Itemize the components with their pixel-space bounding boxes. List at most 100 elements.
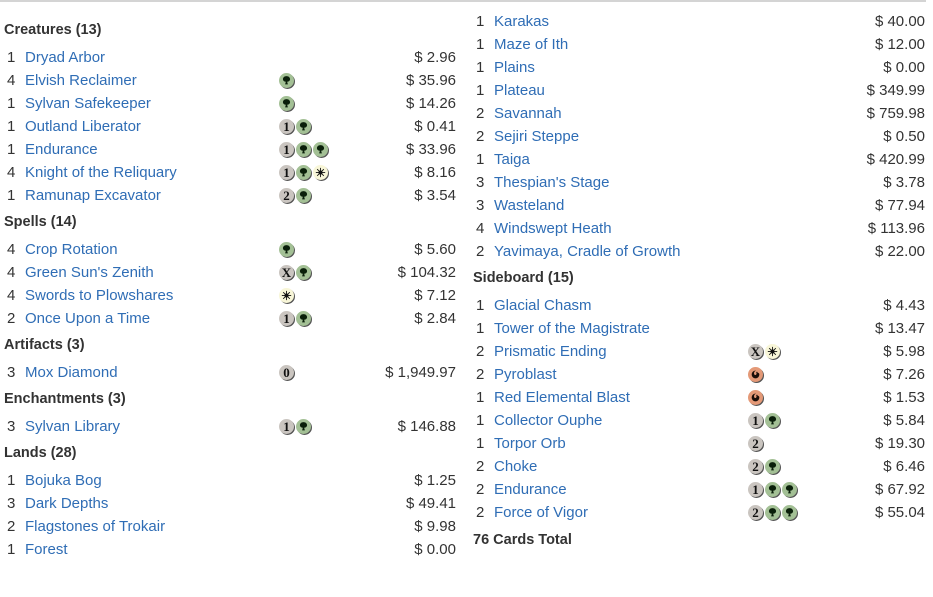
card-quantity: 1 bbox=[7, 141, 16, 158]
card-row: 1 Red Elemental Blast $ 1.53 bbox=[473, 386, 925, 409]
card-price: $ 19.30 bbox=[874, 435, 925, 452]
card-name-link[interactable]: Karakas bbox=[494, 10, 549, 33]
card-list: 3 Mox Diamond 0 $ 1,949.97 bbox=[4, 361, 456, 384]
mana-cost: 2 bbox=[748, 459, 780, 475]
card-name-link[interactable]: Ramunap Excavator bbox=[25, 184, 161, 207]
card-name-link[interactable]: Elvish Reclaimer bbox=[25, 69, 137, 92]
card-price: $ 77.94 bbox=[874, 197, 925, 214]
card-name-link[interactable]: Glacial Chasm bbox=[494, 294, 592, 317]
card-name-link[interactable]: Sylvan Safekeeper bbox=[25, 92, 151, 115]
card-quantity: 3 bbox=[476, 197, 485, 214]
card-quantity: 1 bbox=[476, 82, 485, 99]
card-quantity: 1 bbox=[476, 151, 485, 168]
card-list: 3 Sylvan Library 1 $ 146.88 bbox=[4, 415, 456, 438]
mana-cost bbox=[279, 242, 294, 258]
card-row: 3 Sylvan Library 1 $ 146.88 bbox=[4, 415, 456, 438]
card-row: 2 Prismatic Ending X $ 5.98 bbox=[473, 340, 925, 363]
card-quantity: 2 bbox=[476, 343, 485, 360]
green-mana-icon bbox=[296, 119, 311, 134]
card-quantity: 1 bbox=[7, 95, 16, 112]
card-row: 1 Endurance 1 $ 33.96 bbox=[4, 138, 456, 161]
green-mana-icon bbox=[296, 311, 311, 326]
mana-cost bbox=[279, 288, 294, 304]
card-price: $ 5.84 bbox=[883, 412, 925, 429]
card-row: 2 Endurance 1 $ 67.92 bbox=[473, 478, 925, 501]
card-price: $ 7.26 bbox=[883, 366, 925, 383]
green-mana-icon bbox=[765, 459, 780, 474]
generic-mana-icon: 1 bbox=[748, 413, 763, 428]
card-price: $ 146.88 bbox=[397, 418, 456, 435]
card-name-link[interactable]: Pyroblast bbox=[494, 363, 557, 386]
card-name-link[interactable]: Thespian's Stage bbox=[494, 171, 609, 194]
card-quantity: 2 bbox=[476, 128, 485, 145]
card-name-link[interactable]: Endurance bbox=[494, 478, 567, 501]
card-name-link[interactable]: Torpor Orb bbox=[494, 432, 566, 455]
card-name-link[interactable]: Plateau bbox=[494, 79, 545, 102]
card-quantity: 1 bbox=[476, 320, 485, 337]
mana-cost: 1 bbox=[279, 142, 328, 158]
card-name-link[interactable]: Tower of the Magistrate bbox=[494, 317, 650, 340]
card-price: $ 0.00 bbox=[883, 59, 925, 76]
card-list: 1 Karakas $ 40.00 1 Maze of Ith $ 12.00 1 Plain… bbox=[473, 10, 925, 263]
card-name-link[interactable]: Endurance bbox=[25, 138, 98, 161]
card-row: 2 Pyroblast $ 7.26 bbox=[473, 363, 925, 386]
card-name-link[interactable]: Bojuka Bog bbox=[25, 469, 102, 492]
card-quantity: 2 bbox=[476, 105, 485, 122]
card-name-link[interactable]: Green Sun's Zenith bbox=[25, 261, 154, 284]
card-price: $ 349.99 bbox=[866, 82, 925, 99]
green-mana-icon bbox=[296, 142, 311, 157]
card-name-link[interactable]: Wasteland bbox=[494, 194, 564, 217]
card-row: 1 Outland Liberator 1 $ 0.41 bbox=[4, 115, 456, 138]
card-name-link[interactable]: Sylvan Library bbox=[25, 415, 120, 438]
card-quantity: 2 bbox=[476, 504, 485, 521]
card-quantity: 3 bbox=[7, 495, 16, 512]
green-mana-icon bbox=[279, 242, 294, 257]
green-mana-icon bbox=[765, 505, 780, 520]
card-quantity: 4 bbox=[7, 241, 16, 258]
red-mana-icon bbox=[748, 390, 763, 405]
card-name-link[interactable]: Savannah bbox=[494, 102, 562, 125]
card-quantity: 1 bbox=[476, 13, 485, 30]
card-row: 4 Swords to Plowshares $ 7.12 bbox=[4, 284, 456, 307]
generic-mana-icon: 2 bbox=[279, 188, 294, 203]
card-name-link[interactable]: Taiga bbox=[494, 148, 530, 171]
card-name-link[interactable]: Knight of the Reliquary bbox=[25, 161, 177, 184]
card-name-link[interactable]: Choke bbox=[494, 455, 537, 478]
card-row: 2 Choke 2 $ 6.46 bbox=[473, 455, 925, 478]
card-quantity: 1 bbox=[476, 297, 485, 314]
section-heading: Spells (14) bbox=[4, 214, 77, 230]
card-name-link[interactable]: Maze of Ith bbox=[494, 33, 568, 56]
card-name-link[interactable]: Force of Vigor bbox=[494, 501, 588, 524]
card-name-link[interactable]: Dryad Arbor bbox=[25, 46, 105, 69]
green-mana-icon bbox=[296, 188, 311, 203]
card-name-link[interactable]: Crop Rotation bbox=[25, 238, 118, 261]
white-mana-icon bbox=[765, 344, 780, 359]
generic-mana-icon: 2 bbox=[748, 436, 763, 451]
card-row: 1 Maze of Ith $ 12.00 bbox=[473, 33, 925, 56]
card-quantity: 4 bbox=[7, 164, 16, 181]
card-price: $ 7.12 bbox=[414, 287, 456, 304]
card-row: 1 Bojuka Bog $ 1.25 bbox=[4, 469, 456, 492]
generic-mana-icon: 0 bbox=[279, 365, 294, 380]
card-name-link[interactable]: Sejiri Steppe bbox=[494, 125, 579, 148]
card-name-link[interactable]: Once Upon a Time bbox=[25, 307, 150, 330]
card-name-link[interactable]: Swords to Plowshares bbox=[25, 284, 173, 307]
card-name-link[interactable]: Yavimaya, Cradle of Growth bbox=[494, 240, 680, 263]
card-name-link[interactable]: Forest bbox=[25, 538, 68, 561]
card-quantity: 1 bbox=[7, 541, 16, 558]
card-row: 1 Glacial Chasm $ 4.43 bbox=[473, 294, 925, 317]
card-name-link[interactable]: Plains bbox=[494, 56, 535, 79]
card-price: $ 2.96 bbox=[414, 49, 456, 66]
card-name-link[interactable]: Mox Diamond bbox=[25, 361, 118, 384]
card-name-link[interactable]: Red Elemental Blast bbox=[494, 386, 630, 409]
card-price: $ 8.16 bbox=[414, 164, 456, 181]
card-price: $ 14.26 bbox=[405, 95, 456, 112]
card-quantity: 4 bbox=[476, 220, 485, 237]
card-name-link[interactable]: Outland Liberator bbox=[25, 115, 141, 138]
card-name-link[interactable]: Prismatic Ending bbox=[494, 340, 607, 363]
card-name-link[interactable]: Collector Ouphe bbox=[494, 409, 602, 432]
card-name-link[interactable]: Flagstones of Trokair bbox=[25, 515, 165, 538]
card-name-link[interactable]: Windswept Heath bbox=[494, 217, 612, 240]
card-quantity: 2 bbox=[476, 366, 485, 383]
card-name-link[interactable]: Dark Depths bbox=[25, 492, 108, 515]
